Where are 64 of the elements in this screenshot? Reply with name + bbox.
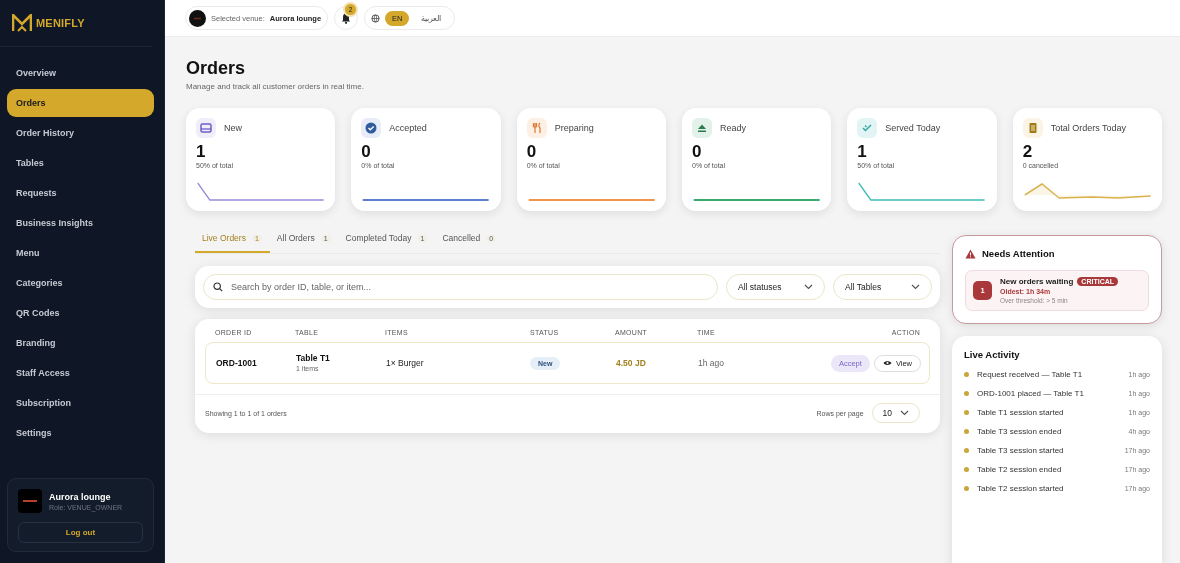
- stat-label: Ready: [720, 123, 746, 133]
- activity-text: Table T3 session ended: [977, 427, 1063, 436]
- bullet-icon: [964, 410, 969, 415]
- warning-icon: [965, 248, 976, 259]
- nav-item[interactable]: Business Insights: [7, 209, 154, 237]
- stat-value: 1: [196, 142, 207, 162]
- nav-item[interactable]: Settings: [7, 419, 154, 447]
- nav-item[interactable]: Orders: [7, 89, 154, 117]
- logo-icon: [12, 14, 32, 32]
- bullet-icon: [964, 372, 969, 377]
- table-cell-text: 1× Burger: [386, 358, 425, 368]
- chevron-down-icon: [911, 284, 920, 290]
- logout-button[interactable]: Log out: [18, 522, 143, 543]
- activity-text: Table T3 session started: [977, 446, 1065, 455]
- table-cell-text: 1h ago: [698, 358, 725, 368]
- nav-item[interactable]: Tables: [7, 149, 154, 177]
- nav-item[interactable]: Staff Access: [7, 359, 154, 387]
- bullet-icon: [964, 486, 969, 491]
- table-cell-text: Table T1: [296, 353, 331, 363]
- bullet-icon: [964, 391, 969, 396]
- page-subtitle: Manage and track all customer orders in real time.: [186, 82, 365, 91]
- stat-value: 1: [857, 142, 868, 162]
- eye-icon: [882, 360, 892, 366]
- page-title: Orders: [186, 57, 247, 79]
- nav-item[interactable]: Subscription: [7, 389, 154, 417]
- chevron-down-icon: [900, 410, 909, 416]
- bullet-icon: [964, 448, 969, 453]
- alert-title: New orders waiting: [1000, 277, 1074, 286]
- chevron-down-icon: [804, 284, 813, 290]
- card-title: Live Activity: [964, 349, 1020, 360]
- nav-item[interactable]: Menu: [7, 239, 154, 267]
- nav-item[interactable]: Requests: [7, 179, 154, 207]
- nav-item[interactable]: Categories: [7, 269, 154, 297]
- globe-icon: [371, 13, 381, 23]
- nav-item[interactable]: Order History: [7, 119, 154, 147]
- nav-item[interactable]: QR Codes: [7, 299, 154, 327]
- stat-value: 2: [1022, 142, 1034, 162]
- stat-label: Total Orders Today: [1050, 123, 1127, 133]
- stat-label: New: [224, 123, 242, 133]
- activity-text: Table T2 session ended: [977, 465, 1063, 474]
- stat-value: 0: [361, 142, 372, 162]
- activity-text: ORD-1001 placed — Table T1: [977, 389, 1085, 398]
- table-cell-text: ORD-1001: [216, 358, 258, 368]
- check-circle-icon: [364, 121, 379, 135]
- bullet-icon: [964, 429, 969, 434]
- stat-label: Accepted: [389, 123, 427, 133]
- nav-item[interactable]: Branding: [7, 329, 154, 357]
- brand-name: MENIFLY: [36, 17, 85, 29]
- stat-value: 0: [526, 142, 538, 162]
- nav-item[interactable]: Overview: [7, 59, 154, 87]
- activity-text: Request received — Table T1: [977, 370, 1084, 379]
- venue-logo-icon: [189, 9, 206, 27]
- tray-icon: [199, 121, 213, 135]
- stat-label: Preparing: [554, 123, 594, 133]
- stat-value: 0: [692, 142, 703, 162]
- table-cell-text: 4.50 JD: [616, 358, 647, 368]
- activity-text: Table T2 session started: [977, 484, 1065, 493]
- activity-text: Table T1 session started: [977, 408, 1065, 417]
- user-name: Aurora lounge: [49, 491, 112, 502]
- stat-label: Served Today: [885, 123, 941, 133]
- venue-logo-icon: [18, 489, 42, 513]
- card-title: Needs Attention: [982, 248, 1055, 259]
- bullet-icon: [964, 467, 969, 472]
- search-field[interactable]: Search by order ID, table, or item...: [203, 274, 718, 300]
